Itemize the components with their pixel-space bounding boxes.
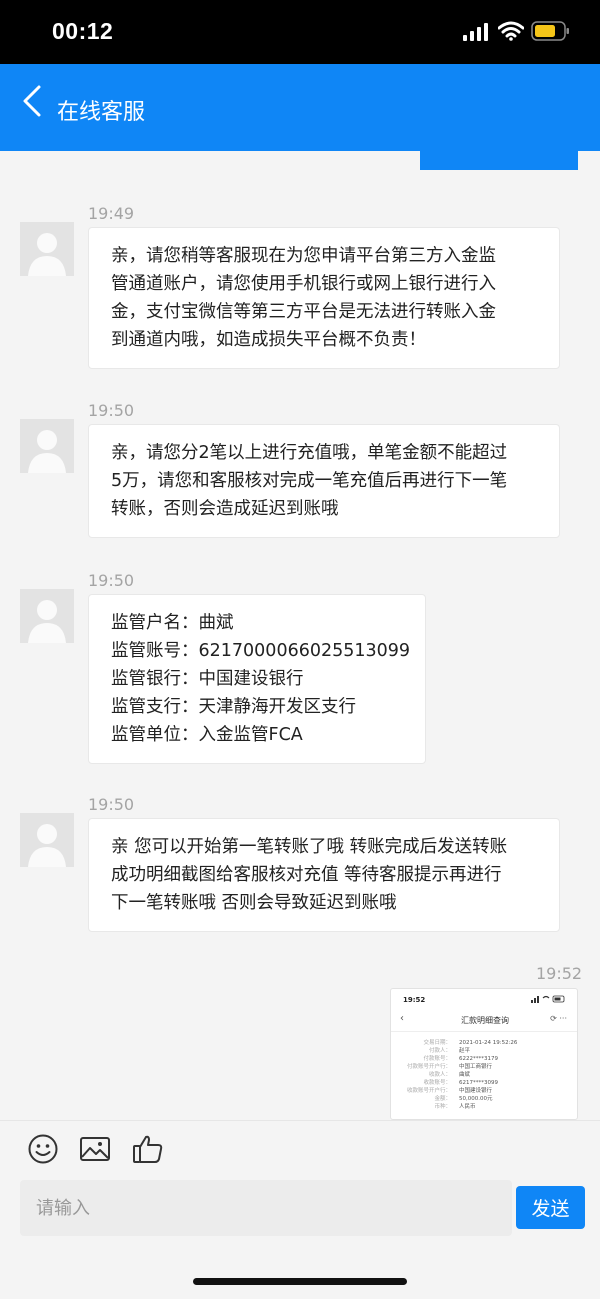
agent-avatar bbox=[20, 589, 74, 643]
status-time: 00:12 bbox=[52, 18, 114, 44]
agent-avatar bbox=[20, 222, 74, 276]
message-timestamp: 19:50 bbox=[88, 571, 135, 590]
thumbnail-detail-row: 收款人： 曲斌 bbox=[428, 1072, 471, 1078]
message-line: 转账，否则会造成延迟到账哦 bbox=[111, 499, 339, 519]
message-bubble: 监管户名：曲斌 监管账号：6217000066025513099 监管银行：中国… bbox=[88, 594, 426, 764]
agent-avatar bbox=[20, 419, 74, 473]
message-timestamp: 19:49 bbox=[88, 204, 135, 223]
image-icon[interactable] bbox=[79, 1133, 111, 1165]
message-line: 亲，请您分2笔以上进行充值哦，单笔金额不能超过 bbox=[111, 443, 508, 463]
thumbnail-detail-row: 交易日期： 2021-01-24 19:52:26 bbox=[423, 1040, 518, 1046]
thumbnail-status-icons bbox=[531, 995, 565, 1003]
thumbnail-detail-row: 收款账号开户行： 中国建设银行 bbox=[406, 1088, 493, 1094]
message-line: 监管单位：入金监管FCA bbox=[111, 725, 303, 745]
message-bubble: 亲 您可以开始第一笔转账了哦 转账完成后发送转账 成功明细截图给客服核对充值 等… bbox=[88, 818, 560, 932]
message-line: 监管户名：曲斌 bbox=[111, 613, 234, 633]
message-line: 5万，请您和客服核对完成一笔充值后再进行下一笔 bbox=[111, 471, 508, 491]
message-line: 亲 您可以开始第一笔转账了哦 转账完成后发送转账 bbox=[111, 837, 508, 857]
message-bubble: 亲，请您稍等客服现在为您申请平台第三方入金监 管通道账户，请您使用手机银行或网上… bbox=[88, 227, 560, 369]
message-timestamp: 19:50 bbox=[88, 795, 135, 814]
message-line: 监管账号：6217000066025513099 bbox=[111, 641, 411, 661]
input-toolbar bbox=[0, 1120, 600, 1180]
wifi-icon bbox=[498, 21, 524, 41]
agent-avatar bbox=[20, 813, 74, 867]
user-silhouette-icon bbox=[28, 824, 66, 867]
emoji-icon[interactable] bbox=[27, 1133, 59, 1165]
thumbnail-detail-row: 币种： 人民币 bbox=[434, 1104, 476, 1110]
user-silhouette-icon bbox=[28, 600, 66, 643]
message-line: 监管银行：中国建设银行 bbox=[111, 669, 304, 689]
message-input[interactable] bbox=[20, 1180, 512, 1236]
thumbnail-detail-row: 付款账号： 6222****3179 bbox=[423, 1056, 498, 1062]
thumbnail-status-time: 19:52 bbox=[403, 996, 426, 1004]
sent-image-thumbnail[interactable]: 19:52 ‹ 汇款明细查询 ⟳ ··· 交易日期： 2021-01-24 19:… bbox=[390, 988, 578, 1120]
message-bubble: 亲，请您分2笔以上进行充值哦，单笔金额不能超过 5万，请您和客服核对完成一笔充值… bbox=[88, 424, 560, 538]
message-timestamp: 19:52 bbox=[536, 964, 583, 983]
message-line: 下一笔转账哦 否则会导致延迟到账哦 bbox=[111, 893, 397, 913]
back-icon[interactable] bbox=[20, 84, 44, 118]
battery-icon bbox=[531, 21, 569, 41]
page-title: 在线客服 bbox=[57, 100, 146, 125]
thumbnail-divider bbox=[391, 1031, 577, 1032]
message-line: 监管支行：天津静海开发区支行 bbox=[111, 697, 356, 717]
message-line: 金，支付宝微信等第三方平台是无法进行转账入金 bbox=[111, 302, 496, 322]
nav-bar: 在线客服 bbox=[0, 64, 600, 151]
message-line: 亲，请您稍等客服现在为您申请平台第三方入金监 bbox=[111, 246, 496, 266]
send-button[interactable]: 发送 bbox=[516, 1186, 585, 1229]
status-bar: 00:12 bbox=[0, 0, 600, 64]
message-timestamp: 19:50 bbox=[88, 401, 135, 420]
thumbnail-detail-row: 付款账号开户行： 中国工商银行 bbox=[406, 1064, 493, 1070]
thumbs-up-icon[interactable] bbox=[132, 1133, 164, 1165]
thumbnail-menu-icons: ⟳ ··· bbox=[550, 1014, 567, 1023]
header-tab-fragment bbox=[420, 151, 578, 170]
thumbnail-detail-row: 付款人： 赵平 bbox=[428, 1048, 471, 1054]
message-line: 管通道账户，请您使用手机银行或网上银行进行入 bbox=[111, 274, 496, 294]
message-line: 到通道内哦，如造成损失平台概不负责！ bbox=[111, 330, 426, 350]
user-silhouette-icon bbox=[28, 430, 66, 473]
cellular-signal-icon bbox=[463, 23, 488, 41]
thumbnail-detail-row: 金额： 50,000.00元 bbox=[434, 1096, 493, 1102]
home-indicator bbox=[193, 1278, 407, 1285]
message-line: 成功明细截图给客服核对充值 等待客服提示再进行 bbox=[111, 865, 502, 885]
user-silhouette-icon bbox=[28, 233, 66, 276]
thumbnail-detail-row: 收款账号： 6217****3099 bbox=[423, 1080, 498, 1086]
